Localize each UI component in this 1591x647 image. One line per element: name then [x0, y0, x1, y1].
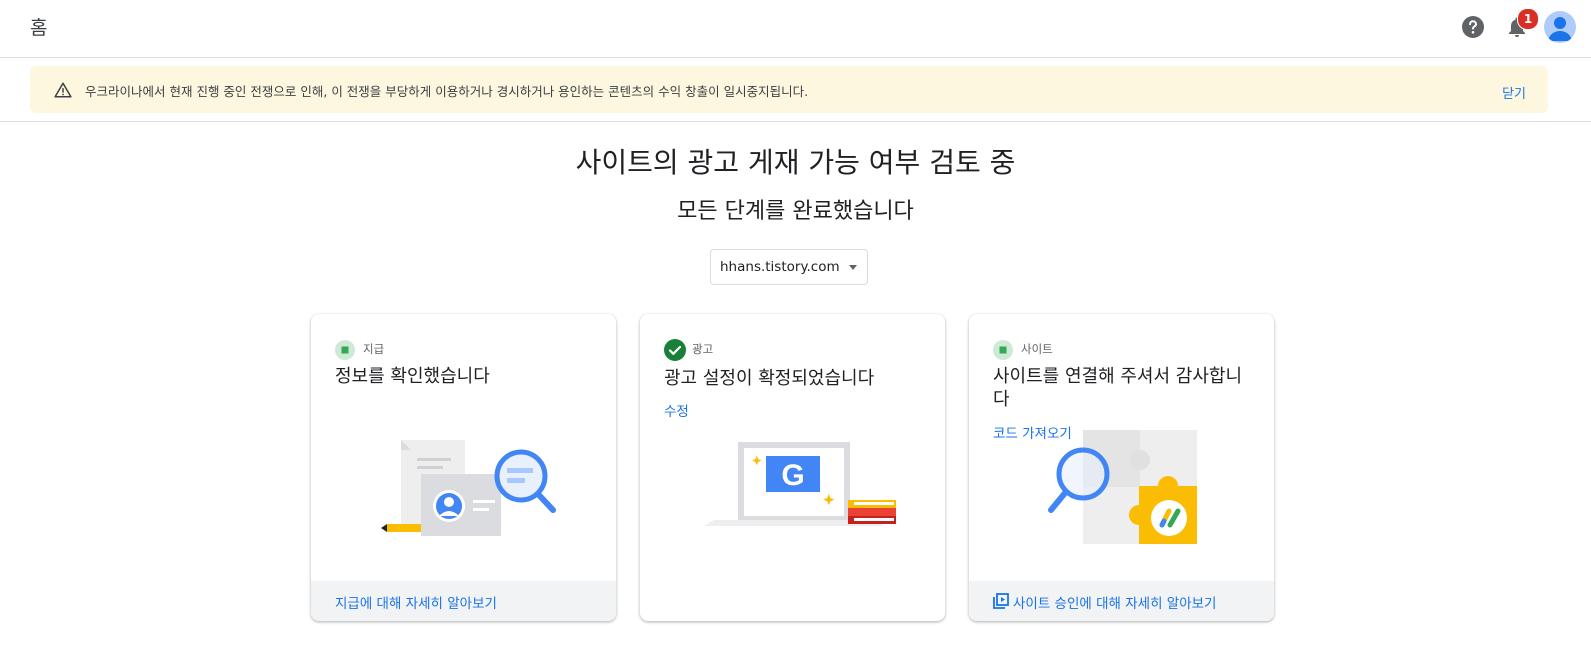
war-notice-banner: 우크라이나에서 현재 진행 중인 전쟁으로 인해, 이 전쟁을 부당하게 이용하…: [30, 66, 1548, 113]
warning-icon: [54, 82, 72, 98]
card-title: 광고 설정이 확정되었습니다: [664, 368, 875, 389]
video-library-icon: [993, 593, 1009, 609]
card-status-label: 광고: [692, 342, 714, 356]
steps-complete-subheading: 모든 단계를 완료했습니다: [677, 199, 914, 224]
site-selector-dropdown[interactable]: hhans.tistory.com: [710, 249, 868, 285]
ads-card: 광고 광고 설정이 확정되었습니다 수정 G: [640, 314, 945, 621]
banner-close-button[interactable]: 닫기: [1502, 83, 1526, 102]
site-selector-value: hhans.tistory.com: [720, 259, 840, 275]
top-bar: 홈 1: [0, 0, 1591, 58]
help-icon[interactable]: [1461, 15, 1485, 39]
card-status-label: 지급: [363, 342, 385, 356]
payment-learn-more-link[interactable]: 지급에 대해 자세히 알아보기: [335, 592, 497, 612]
notification-badge: 1: [1517, 8, 1539, 30]
check-circle-icon: [664, 339, 686, 361]
card-title: 정보를 확인했습니다: [335, 366, 490, 387]
puzzle-magnifier-illustration: [1048, 430, 1197, 544]
status-square-icon: [335, 340, 355, 360]
site-approval-learn-more-link[interactable]: 사이트 승인에 대해 자세히 알아보기: [1013, 592, 1216, 612]
page-title: 홈: [30, 17, 48, 39]
caret-down-icon: [849, 265, 857, 270]
status-square-icon: [993, 340, 1013, 360]
account-avatar[interactable]: [1544, 11, 1576, 43]
edit-ads-link[interactable]: 수정: [664, 400, 689, 420]
card-title: 사이트를 연결해 주셔서 감사합니다: [993, 366, 1243, 410]
laptop-google-illustration: G: [704, 442, 896, 526]
divider: [0, 121, 1591, 122]
card-footer: 사이트 승인에 대해 자세히 알아보기: [969, 581, 1274, 621]
document-magnifier-illustration: [381, 440, 556, 536]
card-footer: 지급에 대해 자세히 알아보기: [311, 581, 616, 621]
payment-card: 지급 정보를 확인했습니다 지급에 대해 자세히 알아보기: [311, 314, 616, 621]
google-g-letter: G: [781, 459, 804, 492]
banner-message: 우크라이나에서 현재 진행 중인 전쟁으로 인해, 이 전쟁을 부당하게 이용하…: [85, 84, 809, 99]
site-card: 사이트 사이트를 연결해 주셔서 감사합니다 코드 가져오기 사이트 승인에 대…: [969, 314, 1274, 621]
card-status-label: 사이트: [1021, 342, 1053, 356]
review-heading: 사이트의 광고 게재 가능 여부 검토 중: [575, 146, 1016, 179]
user-silhouette-icon: [1548, 17, 1572, 41]
